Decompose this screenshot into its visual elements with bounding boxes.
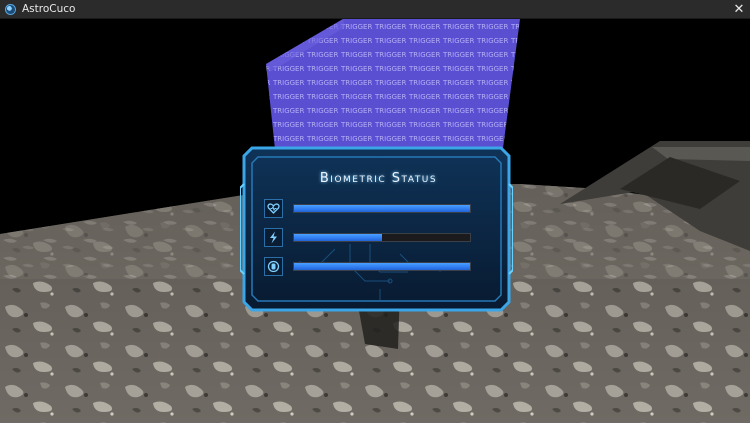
stat-row-energy: [264, 228, 476, 248]
close-button[interactable]: ✕: [728, 0, 750, 19]
health-bar: [293, 204, 471, 213]
app-icon: [5, 3, 16, 15]
health-bar-fill: [294, 205, 470, 212]
stat-row-oxygen: [264, 257, 476, 277]
heart-shield-icon: [264, 199, 283, 218]
oxygen-bar: [293, 262, 471, 271]
energy-bar: [293, 233, 471, 242]
oxygen-bar-fill: [294, 263, 470, 270]
close-icon: ✕: [733, 2, 745, 17]
window-title: AstroCuco: [22, 3, 76, 15]
stat-row-health: [264, 199, 476, 219]
game-viewport[interactable]: TRIGGER: [0, 19, 750, 423]
window-titlebar: AstroCuco ✕: [0, 0, 750, 19]
energy-bar-fill: [294, 234, 382, 241]
panel-title: Biometric Status: [319, 171, 438, 186]
oxygen-tank-icon: [264, 257, 283, 276]
biometric-status-panel: Biometric Status: [240, 144, 513, 314]
lightning-icon: [264, 228, 283, 247]
